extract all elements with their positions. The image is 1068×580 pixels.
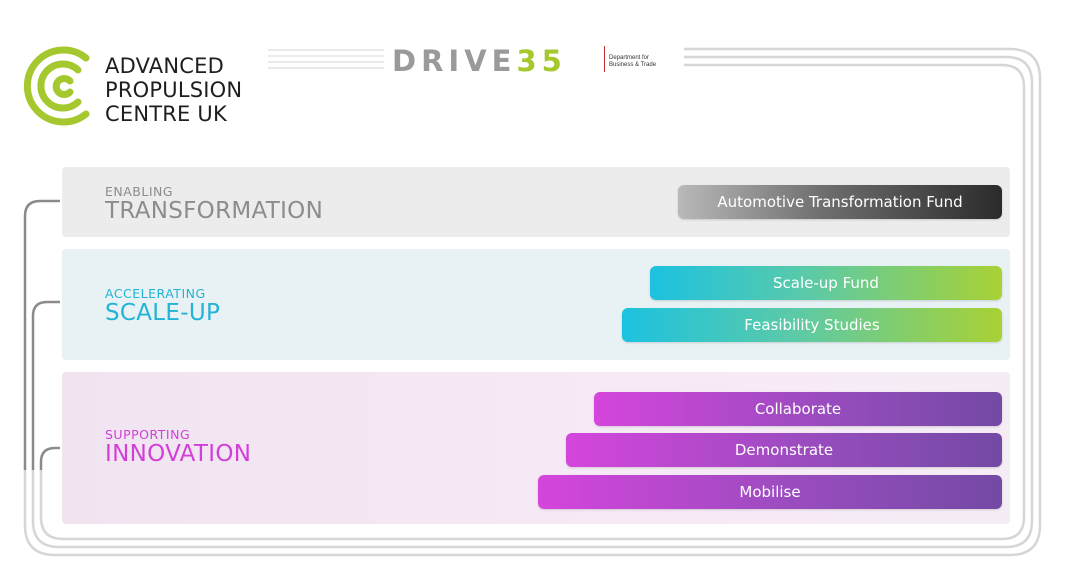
- tier-title: TRANSFORMATION: [105, 198, 324, 224]
- apc-logo-icon: [23, 46, 90, 126]
- tier-title: SCALE-UP: [105, 300, 221, 326]
- automotive-transformation-fund-button[interactable]: Automotive Transformation Fund: [678, 185, 1002, 219]
- logo-line-2: PROPULSION: [105, 78, 243, 102]
- collaborate-button[interactable]: Collaborate: [594, 392, 1002, 426]
- logo-line-3: CENTRE UK: [105, 102, 227, 126]
- logo-text: ADVANCED PROPULSION CENTRE UK: [105, 54, 242, 126]
- mobilise-button[interactable]: Mobilise: [538, 475, 1002, 509]
- department-logo: Department for Business & Trade: [604, 46, 656, 74]
- feasibility-studies-button[interactable]: Feasibility Studies: [622, 308, 1002, 342]
- dept-text: Department for Business & Trade: [609, 55, 656, 69]
- tier-subtitle: ACCELERATING: [105, 286, 206, 301]
- tier-title: INNOVATION: [105, 441, 252, 467]
- tier-subtitle: ENABLING: [105, 184, 174, 199]
- dept-crest-bar: [604, 46, 605, 72]
- dept-line-1: Department for: [609, 55, 650, 61]
- scale-up-fund-button[interactable]: Scale-up Fund: [650, 266, 1002, 300]
- tier-subtitle: SUPPORTING: [105, 427, 191, 442]
- dept-line-2: Business & Trade: [609, 62, 657, 68]
- drive-prefix: DRIVE: [392, 44, 517, 78]
- drive-suffix: 35: [516, 44, 567, 78]
- logo-line-1: ADVANCED: [105, 54, 224, 78]
- drive35-logo: DRIVE35: [392, 46, 567, 76]
- demonstrate-button[interactable]: Demonstrate: [566, 433, 1002, 467]
